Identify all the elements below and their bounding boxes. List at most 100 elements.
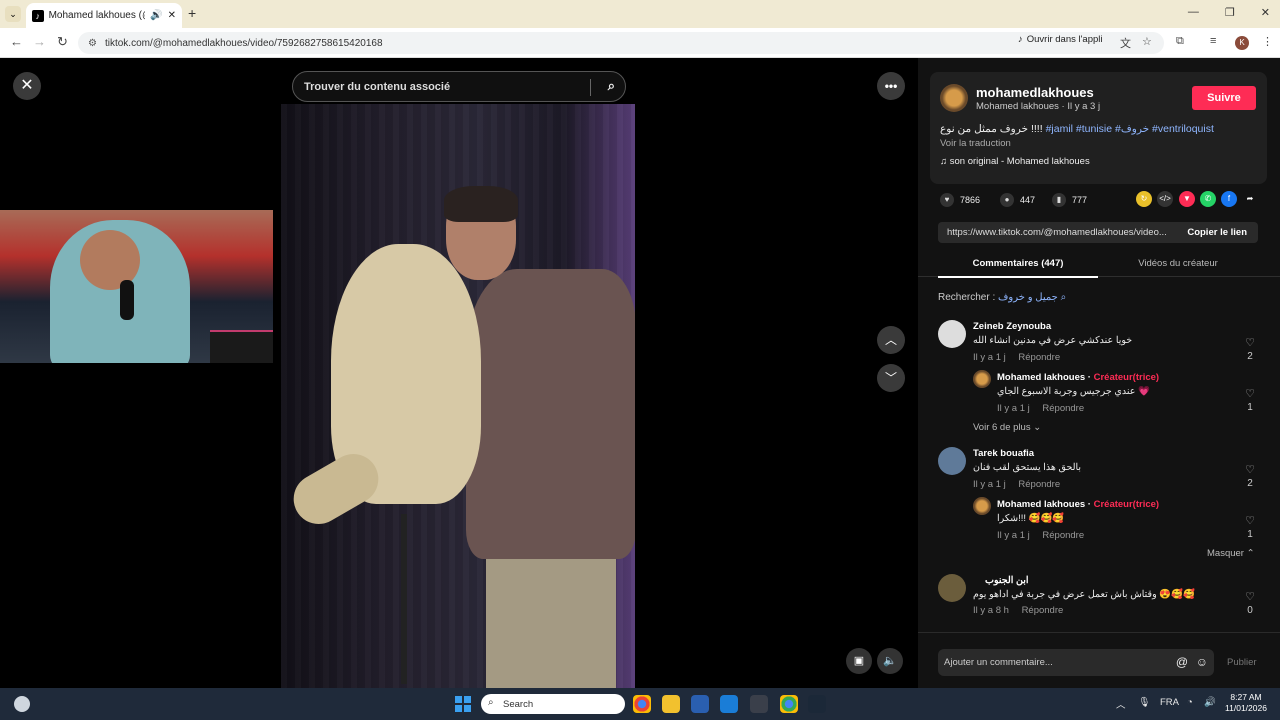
search-divider	[590, 79, 591, 96]
commenter-avatar[interactable]	[938, 447, 966, 475]
comment-action[interactable]: ● 447	[1000, 193, 1035, 207]
video-player[interactable]	[281, 104, 635, 688]
view-more-replies[interactable]: Voir 6 de plus ⌄	[973, 422, 1041, 433]
wifi-icon[interactable]: ◔	[1187, 697, 1193, 708]
restore-icon[interactable]: ❐	[1225, 6, 1235, 19]
file-explorer-icon[interactable]	[662, 695, 680, 713]
tab-audio-icon[interactable]: 🔊	[150, 10, 162, 21]
commenter-avatar[interactable]	[938, 320, 966, 348]
comment-meta: Il y a 1 j Répondre	[973, 479, 1060, 490]
reply-like-icon[interactable]: ♡	[1244, 387, 1256, 400]
mail-icon[interactable]	[720, 695, 738, 713]
language-indicator[interactable]: FRA	[1160, 697, 1179, 708]
reload-icon[interactable]: ↻	[57, 34, 68, 50]
chrome-active-icon[interactable]	[780, 695, 798, 713]
weather-widget-icon[interactable]	[14, 696, 30, 712]
miniplayer-icon[interactable]: ▣	[846, 648, 872, 674]
tab-creator-videos[interactable]: Vidéos du créateur	[1098, 258, 1258, 269]
creator-avatar[interactable]	[940, 84, 968, 112]
site-info-icon[interactable]: ⚙	[88, 38, 97, 49]
volume-icon[interactable]: 🔊	[1204, 697, 1216, 708]
reply-author[interactable]: Mohamed lakhoues · Créateur(trice)	[997, 499, 1159, 510]
chrome-app-icon[interactable]	[633, 695, 651, 713]
like-action[interactable]: ♥ 7866	[940, 193, 980, 207]
mention-icon[interactable]: @	[1176, 655, 1188, 669]
taskbar-search[interactable]: ⌕ Search	[481, 694, 625, 714]
commenter-avatar[interactable]	[938, 574, 966, 602]
reply-button[interactable]: Répondre	[1022, 605, 1064, 616]
app-icon[interactable]	[750, 695, 768, 713]
translate-icon[interactable]: 文	[1120, 35, 1131, 51]
reply-button[interactable]: Répondre	[1018, 479, 1060, 490]
store-icon[interactable]	[691, 695, 709, 713]
comment-like-icon[interactable]: ♡	[1244, 590, 1256, 603]
extensions-icon[interactable]: ⧉	[1176, 35, 1184, 48]
browser-tab[interactable]: ♪ Mohamed lakhoues (@mo 🔊 ✕	[26, 3, 182, 28]
repost-icon[interactable]: ↻	[1136, 191, 1152, 207]
more-options-icon[interactable]: •••	[877, 72, 905, 100]
follow-button[interactable]: Suivre	[1192, 86, 1256, 110]
volume-icon[interactable]: 🔈	[877, 648, 903, 674]
minimize-icon[interactable]: —	[1188, 6, 1199, 19]
creator-reply-avatar[interactable]	[973, 497, 991, 515]
comment-like-icon[interactable]: ♡	[1244, 336, 1256, 349]
next-video-chevron-down-icon[interactable]: ﹀	[877, 364, 905, 392]
tray-chevron-up-icon[interactable]: ︿	[1116, 697, 1126, 711]
back-icon[interactable]: ←	[10, 34, 23, 49]
address-bar[interactable]: ⚙ tiktok.com/@mohamedlakhoues/video/7592…	[78, 32, 1164, 54]
open-in-app-label: Ouvrir dans l'appli	[1026, 33, 1103, 45]
comment-author[interactable]: Tarek bouafia	[973, 448, 1034, 459]
search-suggestion[interactable]: Rechercher : جميل و خروف ⌕	[938, 292, 1066, 303]
whatsapp-icon[interactable]: ✆	[1200, 191, 1216, 207]
microphone-icon[interactable]: 🎙	[1138, 697, 1150, 708]
comment-author[interactable]: Zeineb Zeynouba	[973, 321, 1051, 332]
post-caption: خروف ممثل من نوع !!!! #jamil #tunisie #خ…	[940, 123, 1214, 135]
profile-avatar[interactable]: K	[1235, 36, 1249, 50]
comment-input[interactable]: Ajouter un commentaire... @ ☺	[938, 649, 1214, 676]
creator-reply-avatar[interactable]	[973, 370, 991, 388]
hide-replies[interactable]: Masquer ⌃	[1207, 548, 1255, 559]
new-tab-button[interactable]: +	[188, 5, 196, 21]
search-suggestion-query[interactable]: جميل و خروف	[998, 292, 1058, 303]
emoji-icon[interactable]: ☺	[1196, 655, 1208, 669]
steam-icon[interactable]	[808, 695, 826, 713]
search-icon[interactable]: ⌕	[608, 78, 615, 94]
menu-kebab-icon[interactable]: ⋮	[1262, 35, 1273, 48]
reply-button[interactable]: Répondre	[1042, 403, 1084, 414]
reply-like-icon[interactable]: ♡	[1244, 514, 1256, 527]
sound-link[interactable]: ♫ son original - Mohamed lakhoues	[940, 156, 1090, 167]
publish-button[interactable]: Publier	[1227, 657, 1257, 668]
tab-search-chevron-icon[interactable]: ⌄	[5, 6, 21, 22]
see-translation-link[interactable]: Voir la traduction	[940, 138, 1011, 149]
caption-hashtags[interactable]: #jamil #tunisie #خروف #ventriloquist	[1046, 123, 1214, 135]
taskbar: ⌕ Search ︿ 🎙 FRA ◔ 🔊 8:27 AM 11/01/2026	[0, 688, 1280, 720]
reply-author[interactable]: Mohamed lakhoues · Créateur(trice)	[997, 372, 1159, 383]
creator-badge: Créateur(trice)	[1093, 499, 1160, 510]
system-clock[interactable]: 8:27 AM 11/01/2026	[1222, 692, 1270, 714]
window-close-icon[interactable]: ✕	[1261, 6, 1270, 19]
save-action[interactable]: ▮ 777	[1052, 193, 1087, 207]
copy-link-button[interactable]: Copier le lien	[1187, 227, 1247, 238]
reading-list-icon[interactable]: ≡	[1210, 35, 1216, 47]
send-to-friends-icon[interactable]: ▼	[1179, 191, 1195, 207]
tab-comments[interactable]: Commentaires (447)	[938, 258, 1098, 278]
reply-button[interactable]: Répondre	[1042, 530, 1084, 541]
reply-time: Il y a 1 j	[997, 530, 1030, 541]
embed-icon[interactable]: </>	[1157, 191, 1173, 207]
bookmark-star-icon[interactable]: ☆	[1142, 35, 1152, 48]
comment-like-icon[interactable]: ♡	[1244, 463, 1256, 476]
previous-video-chevron-up-icon[interactable]: ︿	[877, 326, 905, 354]
reply-button[interactable]: Répondre	[1018, 352, 1060, 363]
tab-close-icon[interactable]: ✕	[168, 10, 176, 21]
forward-icon[interactable]: →	[33, 34, 46, 49]
close-icon[interactable]: ✕	[13, 72, 41, 100]
start-button[interactable]	[455, 696, 471, 712]
share-arrow-icon[interactable]: ➦	[1242, 191, 1258, 207]
url-text: tiktok.com/@mohamedlakhoues/video/759268…	[104, 37, 383, 49]
comment-author[interactable]: ابن الجنوب	[985, 575, 1029, 586]
search-input[interactable]: Trouver du contenu associé	[304, 81, 450, 93]
facebook-icon[interactable]: f	[1221, 191, 1237, 207]
related-content-search[interactable]: Trouver du contenu associé ⌕	[292, 71, 626, 102]
creator-username[interactable]: mohamedlakhoues	[976, 85, 1094, 100]
open-in-app-button[interactable]: ♪ Ouvrir dans l'appli	[1018, 31, 1103, 47]
